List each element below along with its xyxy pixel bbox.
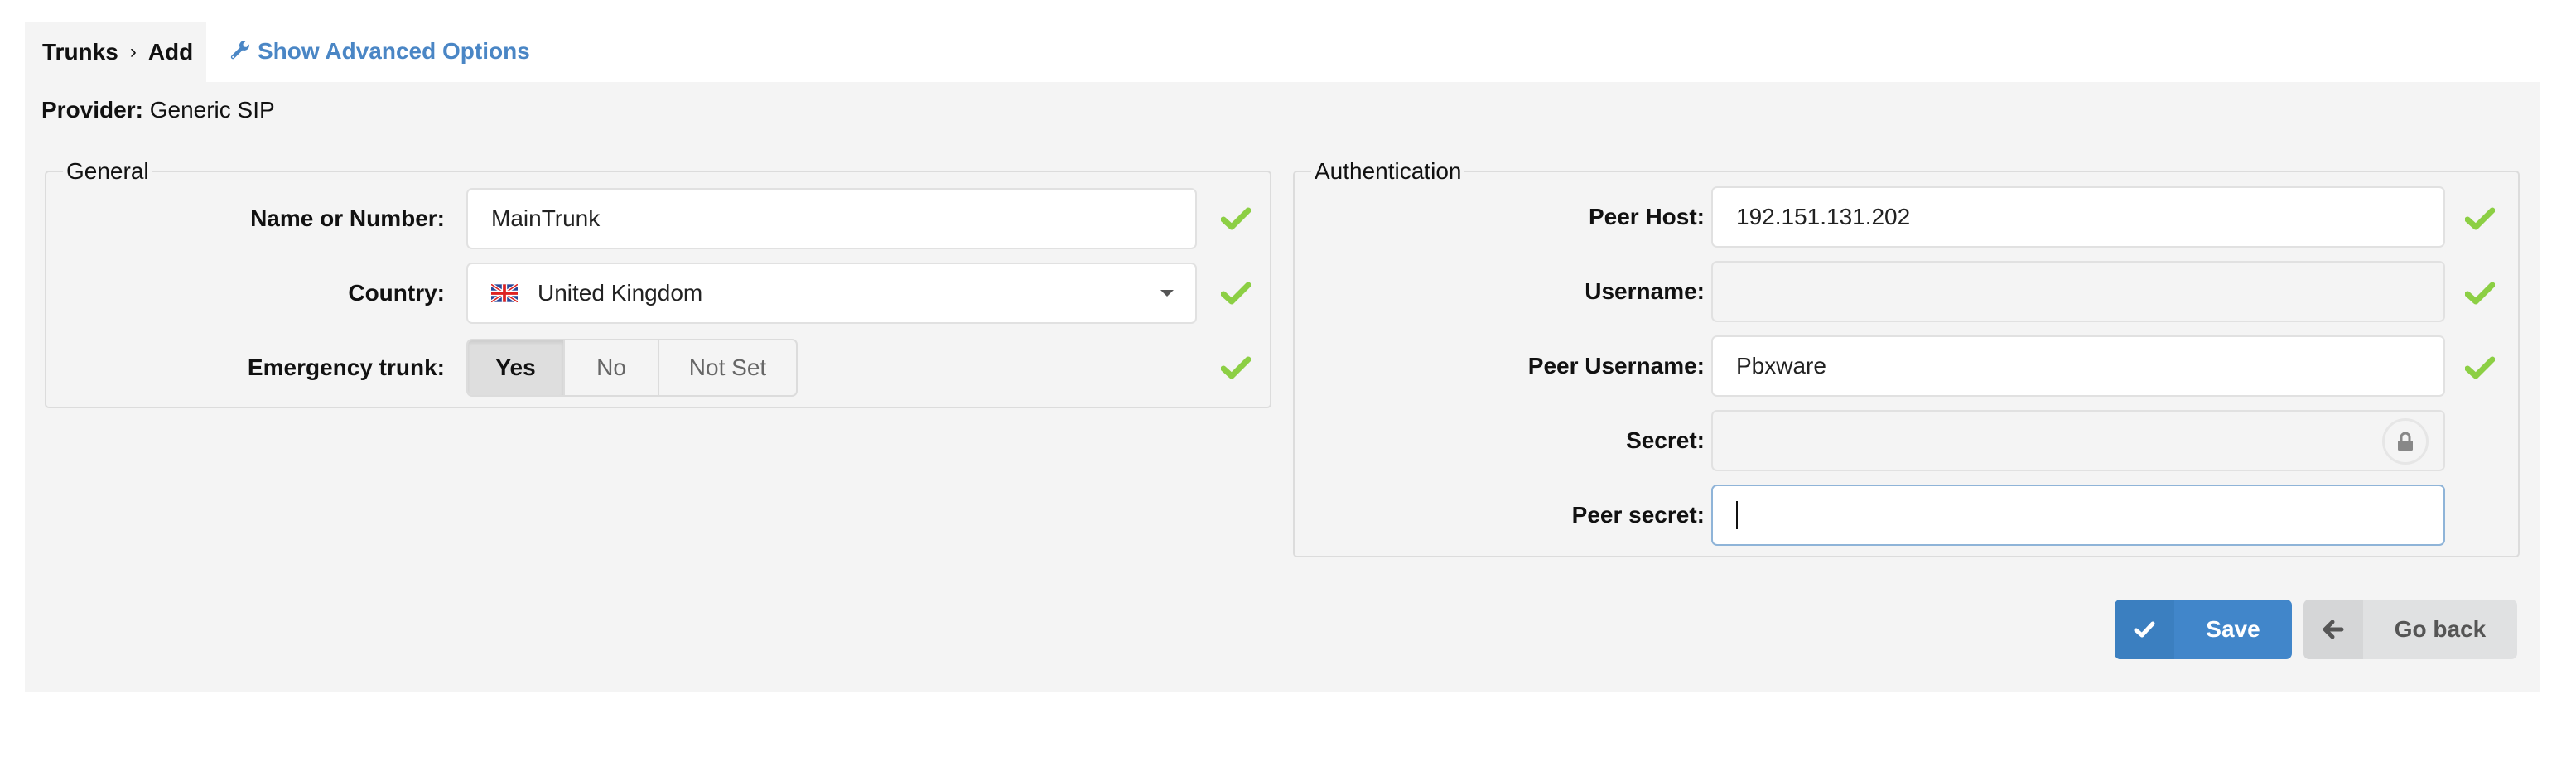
- provider-label: Provider:: [41, 97, 143, 123]
- arrow-left-icon: [2303, 600, 2363, 659]
- emergency-label: Emergency trunk:: [247, 354, 445, 380]
- check-icon: [2115, 600, 2174, 659]
- name-value: MainTrunk: [491, 205, 601, 231]
- text-caret: [1736, 501, 1738, 529]
- emergency-toggle: Yes No Not Set: [466, 339, 798, 397]
- save-button[interactable]: Save: [2115, 600, 2292, 659]
- go-back-button[interactable]: Go back: [2303, 600, 2517, 659]
- go-back-label: Go back: [2394, 616, 2487, 642]
- show-advanced-options-label: Show Advanced Options: [258, 38, 530, 64]
- emergency-option-no[interactable]: No: [565, 340, 659, 395]
- valid-check-icon: [1221, 207, 1251, 230]
- save-label: Save: [2206, 616, 2260, 642]
- name-input[interactable]: MainTrunk: [466, 188, 1197, 249]
- peer-host-input[interactable]: 192.151.131.202: [1711, 186, 2445, 248]
- general-legend: General: [66, 158, 149, 184]
- breadcrumb-add: Add: [147, 38, 194, 65]
- peer-host-value: 192.151.131.202: [1736, 204, 1911, 229]
- unlock-secret-button[interactable]: [2382, 418, 2429, 465]
- username-label: Username:: [1585, 278, 1705, 304]
- breadcrumb-separator: ›: [129, 40, 137, 63]
- username-input[interactable]: [1711, 261, 2445, 322]
- wrench-icon: [230, 41, 250, 60]
- authentication-legend: Authentication: [1315, 158, 1462, 184]
- country-label: Country:: [348, 280, 445, 306]
- provider-info: Provider: Generic SIP: [41, 97, 275, 123]
- peer-host-label: Peer Host:: [1588, 204, 1705, 229]
- valid-check-icon: [1221, 356, 1251, 379]
- country-select[interactable]: United Kingdom: [466, 263, 1197, 324]
- valid-check-icon: [2465, 207, 2495, 230]
- emergency-option-not-set[interactable]: Not Set: [659, 340, 796, 395]
- peer-secret-input[interactable]: [1711, 485, 2445, 546]
- chevron-down-icon: [1160, 290, 1174, 297]
- peer-secret-label: Peer secret:: [1571, 502, 1705, 528]
- secret-input[interactable]: [1711, 410, 2445, 471]
- secret-label: Secret:: [1626, 427, 1705, 453]
- valid-check-icon: [1221, 282, 1251, 305]
- peer-username-value: Pbxware: [1736, 353, 1826, 378]
- valid-check-icon: [2465, 282, 2495, 305]
- breadcrumb: Trunks › Add: [25, 22, 206, 82]
- breadcrumb-trunks[interactable]: Trunks: [42, 39, 118, 65]
- lock-icon: [2398, 432, 2413, 451]
- provider-value: Generic SIP: [149, 97, 275, 123]
- name-label: Name or Number:: [250, 205, 445, 231]
- emergency-option-yes[interactable]: Yes: [468, 340, 565, 395]
- form-panel: Provider: Generic SIP General Name or Nu…: [25, 82, 2540, 692]
- country-value: United Kingdom: [538, 280, 703, 306]
- uk-flag-icon: [491, 284, 518, 302]
- valid-check-icon: [2465, 356, 2495, 379]
- peer-username-label: Peer Username:: [1527, 353, 1705, 378]
- show-advanced-options-link[interactable]: Show Advanced Options: [229, 33, 530, 70]
- peer-username-input[interactable]: Pbxware: [1711, 335, 2445, 397]
